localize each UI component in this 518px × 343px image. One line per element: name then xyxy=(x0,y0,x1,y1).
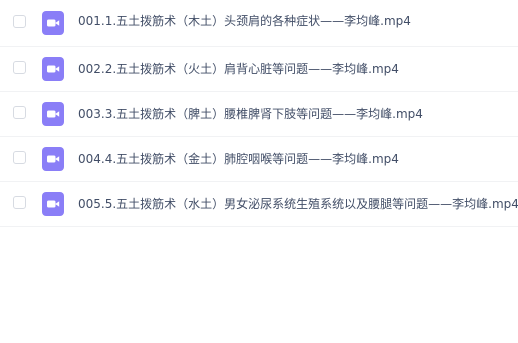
file-name[interactable]: 004.4.五土拨筋术（金土）肺腔咽喉等问题——李均峰.mp4 xyxy=(78,151,399,167)
file-row[interactable]: 001.1.五土拨筋术（木土）头颈肩的各种症状——李均峰.mp4 xyxy=(0,0,518,47)
file-name[interactable]: 001.1.五土拨筋术（木土）头颈肩的各种症状——李均峰.mp4 xyxy=(78,13,411,29)
file-row[interactable]: 004.4.五土拨筋术（金土）肺腔咽喉等问题——李均峰.mp4 xyxy=(0,137,518,182)
file-list: 001.1.五土拨筋术（木土）头颈肩的各种症状——李均峰.mp4 002.2.五… xyxy=(0,0,518,227)
row-checkbox[interactable] xyxy=(13,106,26,119)
file-name[interactable]: 005.5.五土拨筋术（水土）男女泌尿系统生殖系统以及腰腿等问题——李均峰.mp… xyxy=(78,196,518,212)
file-name[interactable]: 003.3.五土拨筋术（脾土）腰椎脾肾下肢等问题——李均峰.mp4 xyxy=(78,106,423,122)
video-file-icon xyxy=(42,192,64,216)
video-file-icon xyxy=(42,102,64,126)
video-file-icon xyxy=(42,147,64,171)
row-checkbox[interactable] xyxy=(13,15,26,28)
row-checkbox[interactable] xyxy=(13,151,26,164)
video-file-icon xyxy=(42,11,64,35)
row-checkbox[interactable] xyxy=(13,196,26,209)
file-name[interactable]: 002.2.五土拨筋术（火土）肩背心脏等问题——李均峰.mp4 xyxy=(78,61,399,77)
file-row[interactable]: 005.5.五土拨筋术（水土）男女泌尿系统生殖系统以及腰腿等问题——李均峰.mp… xyxy=(0,182,518,227)
file-row[interactable]: 003.3.五土拨筋术（脾土）腰椎脾肾下肢等问题——李均峰.mp4 xyxy=(0,92,518,137)
file-row[interactable]: 002.2.五土拨筋术（火土）肩背心脏等问题——李均峰.mp4 xyxy=(0,47,518,92)
video-file-icon xyxy=(42,57,64,81)
row-checkbox[interactable] xyxy=(13,61,26,74)
